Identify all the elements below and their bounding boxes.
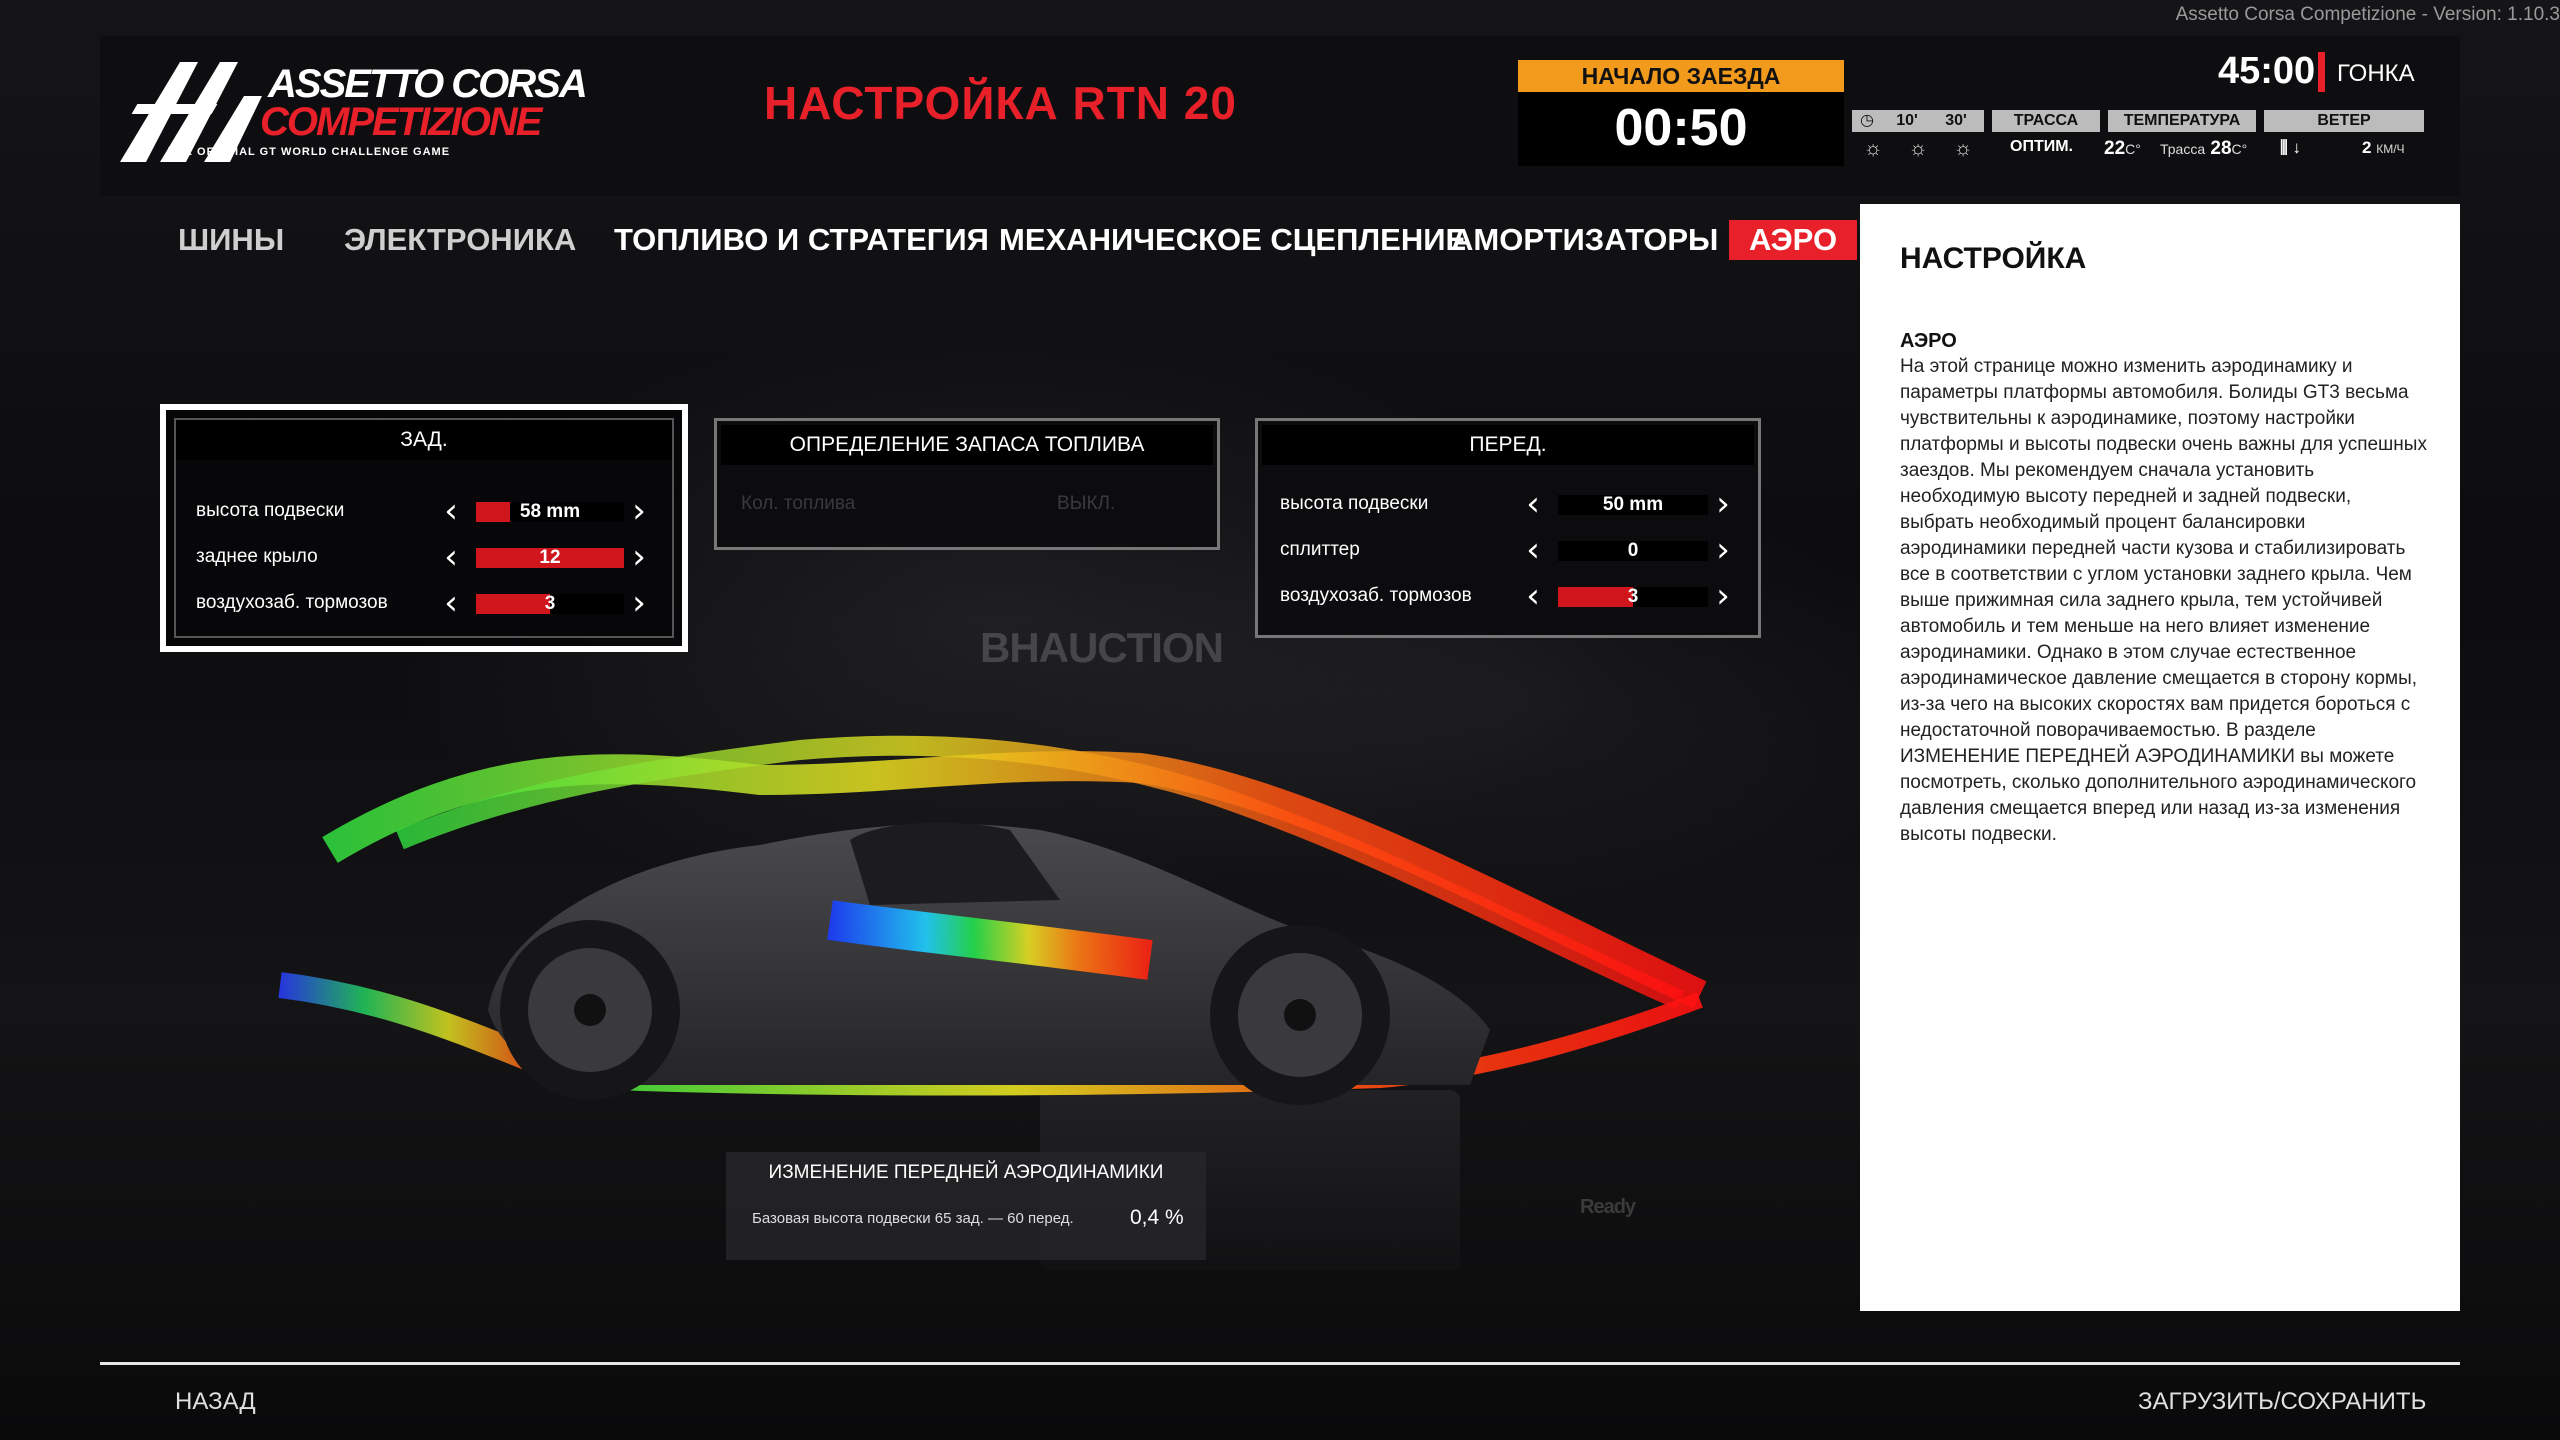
version-label: Assetto Corsa Competizione - Version: 1.…: [2175, 4, 2560, 25]
track-temperature: Трасса 28C°: [2160, 138, 2247, 160]
front-brake-duct-value: 3: [1627, 586, 1639, 607]
load-save-button[interactable]: ЗАГРУЗИТЬ/СОХРАНИТЬ: [2138, 1388, 2426, 1416]
splitter-decrease-icon[interactable]: ‹: [1520, 533, 1546, 567]
temperature-header: ТЕМПЕРАТУРА: [2108, 110, 2256, 132]
help-panel: НАСТРОЙКА АЭРО На этой странице можно из…: [1860, 204, 2460, 1311]
rear-ride-height-value: 58 mm: [519, 501, 581, 522]
fuel-panel-title: ОПРЕДЕЛЕНИЕ ЗАПАСА ТОПЛИВА: [721, 425, 1213, 465]
rear-wing-bar: 12: [476, 548, 624, 568]
splitter-increase-icon[interactable]: ›: [1710, 533, 1736, 567]
front-brake-duct-decrease-icon[interactable]: ‹: [1520, 579, 1546, 613]
race-marker: [2318, 52, 2325, 92]
splitter-bar: 0: [1558, 541, 1708, 561]
track-temp-value: 28: [2210, 138, 2232, 159]
sun-icon: ☼: [1953, 137, 1973, 160]
wind-header: ВЕТЕР: [2264, 110, 2424, 132]
front-ride-height-label: высота подвески: [1280, 493, 1429, 514]
front-panel-title: ПЕРЕД.: [1262, 425, 1754, 465]
front-ride-height-bar: 50 mm: [1558, 495, 1708, 515]
rear-ride-height-label: высота подвески: [196, 500, 345, 521]
track-header: ТРАССА: [1992, 110, 2100, 132]
wind-speed: 2 КМ/Ч: [2362, 138, 2405, 158]
help-title: НАСТРОЙКА: [1900, 242, 2087, 275]
rear-wing-decrease-icon[interactable]: ‹: [438, 540, 464, 574]
rear-aero-panel-body: ЗАД. высота подвески ‹ 58 mm › заднее кр…: [174, 418, 674, 638]
fuel-amount-value: ВЫКЛ.: [1057, 493, 1116, 514]
splitter-value: 0: [1627, 540, 1639, 561]
footer-divider: [100, 1362, 2460, 1365]
rear-ride-height-bar: 58 mm: [476, 502, 624, 522]
rear-brake-duct-label: воздухозаб. тормозов: [196, 592, 388, 613]
back-button[interactable]: НАЗАД: [175, 1388, 256, 1416]
forecast-30: 30': [1945, 112, 1967, 129]
forecast-10: 10': [1896, 112, 1918, 129]
help-subtitle: АЭРО: [1900, 330, 1957, 352]
rear-panel-title: ЗАД.: [176, 420, 672, 460]
front-ride-height-decrease-icon[interactable]: ‹: [1520, 487, 1546, 521]
rear-ride-height-increase-icon[interactable]: ›: [626, 494, 652, 528]
race-label: ГОНКА: [2337, 60, 2415, 87]
air-temp-value: 22: [2104, 138, 2126, 159]
race-time: 45:00: [2218, 50, 2316, 92]
track-temp-label: Трасса: [2160, 141, 2206, 157]
wind-unit: КМ/Ч: [2376, 142, 2405, 156]
front-aero-panel[interactable]: ПЕРЕД. высота подвески ‹ 50 mm › сплитте…: [1255, 418, 1761, 638]
fuel-calculation-panel[interactable]: ОПРЕДЕЛЕНИЕ ЗАПАСА ТОПЛИВА Кол. топлива …: [714, 418, 1220, 550]
track-value: ОПТИМ.: [2010, 138, 2073, 155]
front-ride-height-increase-icon[interactable]: ›: [1710, 487, 1736, 521]
wind-direction-icon: ⫼ ↓: [2280, 138, 2302, 157]
rear-brake-duct-value: 3: [544, 593, 556, 614]
front-aero-change-box: ИЗМЕНЕНИЕ ПЕРЕДНЕЙ АЭРОДИНАМИКИ Базовая …: [726, 1152, 1206, 1260]
front-aero-change-title: ИЗМЕНЕНИЕ ПЕРЕДНЕЙ АЭРОДИНАМИКИ: [768, 1162, 1164, 1183]
rear-wing-value: 12: [539, 547, 561, 568]
sun-icon: ☼: [1908, 137, 1928, 160]
front-ride-height-value: 50 mm: [1602, 494, 1664, 515]
sun-icon: ☼: [1863, 137, 1883, 160]
rear-aero-panel[interactable]: ЗАД. высота подвески ‹ 58 mm › заднее кр…: [160, 404, 688, 652]
track-temp-unit: C°: [2231, 141, 2248, 157]
help-text: На этой странице можно изменить аэродина…: [1900, 356, 2427, 845]
splitter-label: сплиттер: [1280, 539, 1360, 560]
front-aero-change-value: 0,4 %: [1130, 1206, 1184, 1229]
rear-wing-increase-icon[interactable]: ›: [626, 540, 652, 574]
air-temperature: 22C°: [2104, 138, 2141, 160]
rear-wing-label: заднее крыло: [196, 546, 318, 567]
wind-value: 2: [2362, 138, 2372, 157]
rear-brake-duct-bar: 3: [476, 594, 624, 614]
fuel-amount-label: Кол. топлива: [741, 493, 856, 514]
front-brake-duct-bar: 3: [1558, 587, 1708, 607]
front-brake-duct-increase-icon[interactable]: ›: [1710, 579, 1736, 613]
forecast-header: ◷ 10' 30': [1852, 110, 1984, 132]
rear-brake-duct-increase-icon[interactable]: ›: [626, 586, 652, 620]
front-aero-change-description: Базовая высота подвески 65 зад. — 60 пер…: [752, 1210, 1074, 1227]
front-brake-duct-label: воздухозаб. тормозов: [1280, 585, 1472, 606]
rear-ride-height-decrease-icon[interactable]: ‹: [438, 494, 464, 528]
rear-brake-duct-decrease-icon[interactable]: ‹: [438, 586, 464, 620]
air-temp-unit: C°: [2125, 141, 2141, 157]
